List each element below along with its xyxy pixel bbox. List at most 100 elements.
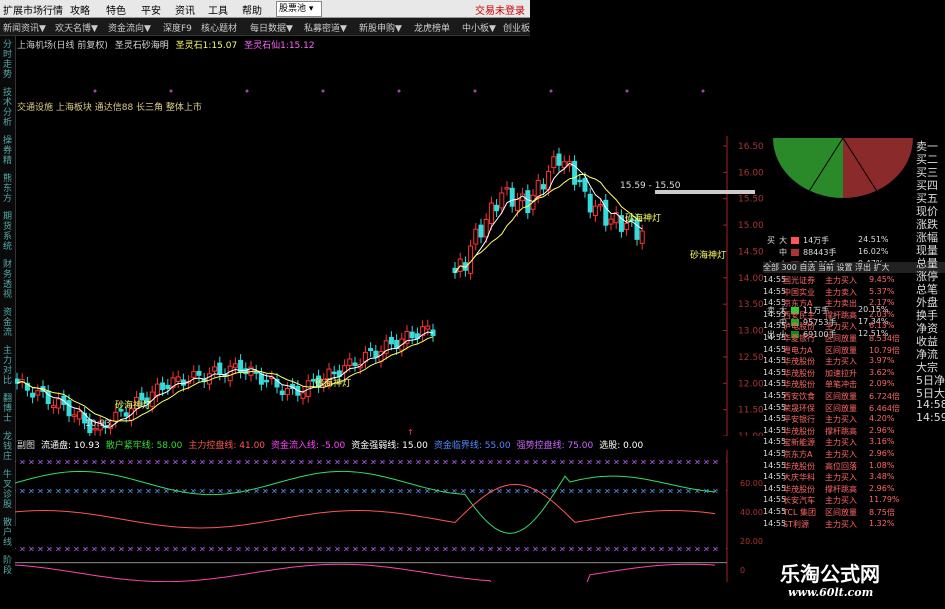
menu-item-strategy[interactable]: 攻略 [70, 2, 90, 17]
candle-body [373, 350, 379, 358]
candle-body [66, 400, 72, 417]
alert-type: 主力买入 [825, 496, 857, 506]
threshold-marker: × [109, 544, 116, 553]
alert-value: 8.75倍 [869, 508, 895, 517]
threshold-marker: × [109, 486, 116, 495]
alert-type: 主力买入 [825, 322, 857, 332]
marker-dot [701, 89, 705, 93]
threshold-marker: × [361, 544, 368, 553]
threshold-marker: × [271, 544, 278, 553]
candle-body [113, 411, 119, 422]
threshold-marker: × [28, 486, 35, 495]
price-tick-label: 14.50 [738, 247, 763, 257]
threshold-marker: × [694, 457, 701, 466]
alert-stock: 西安饮食 [783, 392, 815, 401]
side-tab[interactable]: 分时走势 [2, 40, 13, 80]
menu-item-features[interactable]: 特色 [106, 2, 126, 17]
candle-body [56, 398, 62, 409]
threshold-marker: × [127, 457, 134, 466]
candle-body [284, 388, 290, 395]
threshold-marker: × [235, 457, 242, 466]
side-tab[interactable]: 财务透视 [2, 260, 13, 300]
candle-body [425, 325, 431, 330]
threshold-marker: × [505, 544, 512, 553]
threshold-marker: × [577, 457, 584, 466]
threshold-marker: × [82, 544, 89, 553]
sub-indicator-chart[interactable]: 60.0040.0020.000× × × × × × × × × × × × × × × × × × × × × × × ×… [15, 450, 763, 582]
side-tab[interactable]: 龙钱庄 [2, 432, 13, 462]
toolbar-dragon-tiger[interactable]: 龙虎榜单 [414, 21, 450, 34]
toolbar-sme-board[interactable]: 中小板▼ [462, 21, 496, 34]
menu-item-extended-market[interactable]: 扩展市场行情 [3, 2, 63, 17]
quote-label: 14:58 [916, 398, 945, 411]
sub-tick-label: 0 [740, 566, 745, 575]
alert-type: 主力卖出 [825, 299, 857, 309]
menu-item-tools[interactable]: 工具 [208, 2, 228, 17]
candlestick-chart[interactable]: 16.50 16.00 15.50 15.00 14.50 14.00 13.50 13.00… [15, 36, 763, 436]
alert-type: 撑杆跳高 [825, 426, 857, 436]
toolbar-daily-data[interactable]: 每日数据▼ [250, 21, 293, 34]
side-tab[interactable]: 散户线 [2, 518, 13, 548]
toolbar-f9[interactable]: 深度F9 [163, 21, 192, 34]
threshold-marker: × [361, 457, 368, 466]
threshold-marker: × [100, 457, 107, 466]
toolbar-gem-board[interactable]: 创业板 [503, 21, 530, 34]
side-tab[interactable]: 技术分析 [2, 88, 13, 128]
threshold-marker: × [136, 457, 143, 466]
side-tab[interactable]: 资金流 [2, 308, 13, 338]
toolbar-core-themes[interactable]: 核心题材 [201, 21, 237, 34]
threshold-marker: × [613, 486, 620, 495]
threshold-marker: × [532, 457, 539, 466]
candle-body [608, 218, 614, 225]
candle-body [139, 392, 145, 401]
threshold-marker: × [118, 486, 125, 495]
threshold-marker: × [37, 544, 44, 553]
threshold-marker: × [226, 544, 233, 553]
candle-body [478, 224, 484, 238]
toolbar-private-equity[interactable]: 私募密道▼ [304, 21, 347, 34]
menu-item-news[interactable]: 资讯 [175, 2, 195, 17]
threshold-marker: × [325, 457, 332, 466]
side-tab[interactable]: 牛叉诊股 [2, 470, 13, 510]
stock-pool-select-label: 股票池 [279, 4, 307, 14]
threshold-marker: × [406, 544, 413, 553]
alert-value: 9.45% [869, 275, 895, 284]
threshold-marker: × [577, 544, 584, 553]
candle-body [457, 258, 463, 272]
alert-stock: 国光证券 [783, 276, 815, 285]
marker-dot [473, 89, 477, 93]
threshold-marker: × [163, 457, 170, 466]
side-tab[interactable]: 阶段 [2, 556, 13, 576]
menu-item-help[interactable]: 帮助 [242, 2, 262, 17]
toolbar-money-flow[interactable]: 资金流向▼ [108, 21, 151, 34]
alert-value: 6.724倍 [869, 392, 900, 401]
threshold-marker: × [199, 457, 206, 466]
menu-item-pingan[interactable]: 平安 [141, 2, 161, 17]
side-tab[interactable]: 翻博士 [2, 394, 13, 424]
threshold-marker: × [334, 486, 341, 495]
toolbar-blogs[interactable]: 欢天名博▼ [55, 21, 98, 34]
marker-dot [245, 89, 249, 93]
threshold-marker: × [667, 486, 674, 495]
toolbar-news[interactable]: 新闻资讯▼ [3, 21, 46, 34]
candle-body [160, 382, 166, 391]
side-tab[interactable]: 熊东方 [2, 174, 13, 204]
threshold-marker: × [595, 457, 602, 466]
side-tab[interactable]: 操券精 [2, 136, 13, 166]
candle-body [603, 199, 609, 226]
candle-body [154, 383, 160, 397]
threshold-marker: × [622, 486, 629, 495]
threshold-marker: × [253, 544, 260, 553]
side-tab[interactable]: 期货系统 [2, 212, 13, 252]
threshold-marker: × [469, 544, 476, 553]
stock-pool-select[interactable]: 股票池 ▾ [276, 1, 322, 17]
threshold-marker: × [190, 544, 197, 553]
trade-login-link[interactable]: 交易未登录 [475, 2, 525, 17]
threshold-marker: × [397, 457, 404, 466]
candle-body [483, 218, 489, 238]
toolbar-ipo[interactable]: 新股申购▼ [359, 21, 402, 34]
side-tab[interactable]: 主力对比 [2, 346, 13, 386]
threshold-marker: × [622, 544, 629, 553]
candle-body [494, 204, 500, 212]
price-tick-label: 11.50 [738, 406, 763, 416]
